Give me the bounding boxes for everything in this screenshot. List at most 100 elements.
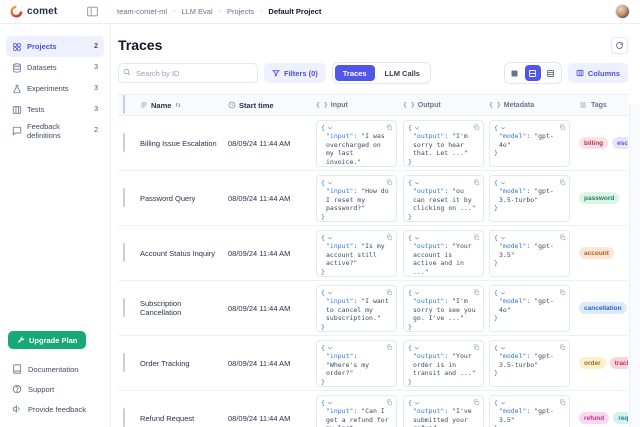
select-all-checkbox[interactable] — [123, 95, 125, 114]
sidebar-item-provide-feedback[interactable]: Provide feedback — [6, 399, 104, 419]
user-avatar[interactable] — [615, 4, 630, 19]
copy-icon[interactable] — [386, 234, 393, 241]
density-medium-icon[interactable] — [525, 65, 541, 81]
breadcrumb-projects[interactable]: Projects — [227, 7, 254, 16]
search-input[interactable] — [118, 63, 258, 83]
json-preview-card[interactable]: { "model": "gpt-3.5-turbo" } — [489, 340, 570, 387]
chevron-down-icon[interactable] — [414, 345, 420, 351]
tag-chip[interactable]: tracking — [610, 357, 628, 369]
trace-row[interactable]: Billing Issue Escalation 08/09/24 11:44 … — [118, 116, 628, 171]
column-header-input[interactable]: { } Input — [316, 101, 403, 109]
chevron-down-icon[interactable] — [500, 400, 506, 406]
density-small-icon[interactable] — [507, 65, 523, 81]
chevron-down-icon[interactable] — [500, 125, 506, 131]
copy-icon[interactable] — [559, 179, 566, 186]
copy-icon[interactable] — [473, 124, 480, 131]
chevron-down-icon[interactable] — [327, 125, 333, 131]
chevron-down-icon[interactable] — [414, 180, 420, 186]
chevron-down-icon[interactable] — [327, 345, 333, 351]
chevron-down-icon[interactable] — [327, 290, 333, 296]
sidebar-item-support[interactable]: Support — [6, 379, 104, 399]
chevron-down-icon[interactable] — [500, 290, 506, 296]
chevron-down-icon[interactable] — [414, 235, 420, 241]
copy-icon[interactable] — [386, 344, 393, 351]
row-checkbox[interactable] — [123, 408, 125, 427]
density-large-icon[interactable] — [543, 65, 559, 81]
json-preview-card[interactable]: { "output": "Your account is active and … — [403, 230, 484, 277]
copy-icon[interactable] — [559, 234, 566, 241]
json-preview-card[interactable]: { "input": "Can I get a refund for my la… — [316, 395, 397, 427]
tag-chip[interactable]: password — [579, 192, 619, 204]
json-preview-card[interactable]: { "output": "I'm sorry to hear that. Let… — [403, 120, 484, 167]
copy-icon[interactable] — [386, 179, 393, 186]
chevron-down-icon[interactable] — [500, 180, 506, 186]
trace-row[interactable]: Account Status Inquiry 08/09/24 11:44 AM… — [118, 226, 628, 281]
tag-chip[interactable]: refund — [579, 412, 609, 424]
copy-icon[interactable] — [386, 124, 393, 131]
json-preview-card[interactable]: { "input": "I was overcharged on my last… — [316, 120, 397, 167]
column-header-tags[interactable]: Tags — [575, 101, 628, 109]
copy-icon[interactable] — [386, 289, 393, 296]
refresh-button[interactable] — [611, 37, 628, 54]
chevron-down-icon[interactable] — [327, 400, 333, 406]
tab-llm-calls[interactable]: LLM Calls — [377, 65, 428, 81]
chevron-down-icon[interactable] — [327, 180, 333, 186]
trace-row[interactable]: Refund Request 08/09/24 11:44 AM { "inpu… — [118, 391, 628, 427]
column-header-output[interactable]: { } Output — [403, 101, 489, 109]
tag-chip[interactable]: order — [579, 357, 606, 369]
sidebar-item-tests[interactable]: Tests 3 — [6, 99, 104, 120]
json-preview-card[interactable]: { "output": "ou can reset it by clicking… — [403, 175, 484, 222]
trace-row[interactable]: Subscription Cancellation 08/09/24 11:44… — [118, 281, 628, 336]
json-preview-card[interactable]: { "input": "Where's my order?" } — [316, 340, 397, 387]
json-preview-card[interactable]: { "output": "I'm sorry to see you go. I'… — [403, 285, 484, 332]
json-preview-card[interactable]: { "input": "I want to cancel my subscrip… — [316, 285, 397, 332]
copy-icon[interactable] — [559, 124, 566, 131]
trace-row[interactable]: Password Query 08/09/24 11:44 AM { "inpu… — [118, 171, 628, 226]
copy-icon[interactable] — [559, 289, 566, 296]
tag-chip[interactable]: billing — [579, 137, 608, 149]
row-checkbox[interactable] — [123, 298, 125, 317]
trace-row[interactable]: Order Tracking 08/09/24 11:44 AM { "inpu… — [118, 336, 628, 391]
copy-icon[interactable] — [473, 344, 480, 351]
copy-icon[interactable] — [386, 399, 393, 406]
tag-chip[interactable]: account — [579, 247, 614, 259]
sidebar-item-feedback-definitions[interactable]: Feedback definitions 2 — [6, 120, 104, 141]
json-preview-card[interactable]: { "model": "gpt-3.5" } — [489, 395, 570, 427]
tag-chip[interactable]: escalation — [612, 137, 628, 149]
chevron-down-icon[interactable] — [500, 345, 506, 351]
row-checkbox[interactable] — [123, 133, 125, 152]
json-preview-card[interactable]: { "input": "How do I reset my password?"… — [316, 175, 397, 222]
breadcrumb-workspace[interactable]: team-comet-ml — [117, 7, 167, 16]
tag-chip[interactable]: request — [613, 412, 628, 424]
copy-icon[interactable] — [473, 399, 480, 406]
sidebar-item-datasets[interactable]: Datasets 3 — [6, 57, 104, 78]
breadcrumb-section[interactable]: LLM Eval — [181, 7, 212, 16]
json-preview-card[interactable]: { "model": "gpt-4o" } — [489, 285, 570, 332]
copy-icon[interactable] — [473, 179, 480, 186]
row-checkbox[interactable] — [123, 243, 125, 262]
sidebar-collapse-icon[interactable] — [86, 5, 99, 18]
chevron-down-icon[interactable] — [414, 290, 420, 296]
column-header-metadata[interactable]: { } Metadata — [489, 101, 575, 109]
sidebar-item-experiments[interactable]: Experiments 3 — [6, 78, 104, 99]
copy-icon[interactable] — [473, 289, 480, 296]
chevron-down-icon[interactable] — [327, 235, 333, 241]
chevron-down-icon[interactable] — [500, 235, 506, 241]
json-preview-card[interactable]: { "input": "Is my account still active?"… — [316, 230, 397, 277]
copy-icon[interactable] — [473, 234, 480, 241]
copy-icon[interactable] — [559, 399, 566, 406]
json-preview-card[interactable]: { "output": "I've submitted your refund … — [403, 395, 484, 427]
upgrade-plan-button[interactable]: Upgrade Plan — [8, 331, 86, 349]
chevron-down-icon[interactable] — [414, 400, 420, 406]
json-preview-card[interactable]: { "model": "gpt-3.5" } — [489, 230, 570, 277]
sidebar-item-projects[interactable]: Projects 2 — [6, 36, 104, 57]
json-preview-card[interactable]: { "model": "gpt-3.5-turbo" } — [489, 175, 570, 222]
sidebar-item-documentation[interactable]: Documentation — [6, 359, 104, 379]
json-preview-card[interactable]: { "output": "Your order is in transit an… — [403, 340, 484, 387]
tab-traces[interactable]: Traces — [335, 65, 375, 81]
copy-icon[interactable] — [559, 344, 566, 351]
row-checkbox[interactable] — [123, 353, 125, 372]
row-checkbox[interactable] — [123, 188, 125, 207]
tag-chip[interactable]: cancellation — [579, 302, 627, 314]
filters-button[interactable]: Filters (0) — [264, 63, 326, 83]
